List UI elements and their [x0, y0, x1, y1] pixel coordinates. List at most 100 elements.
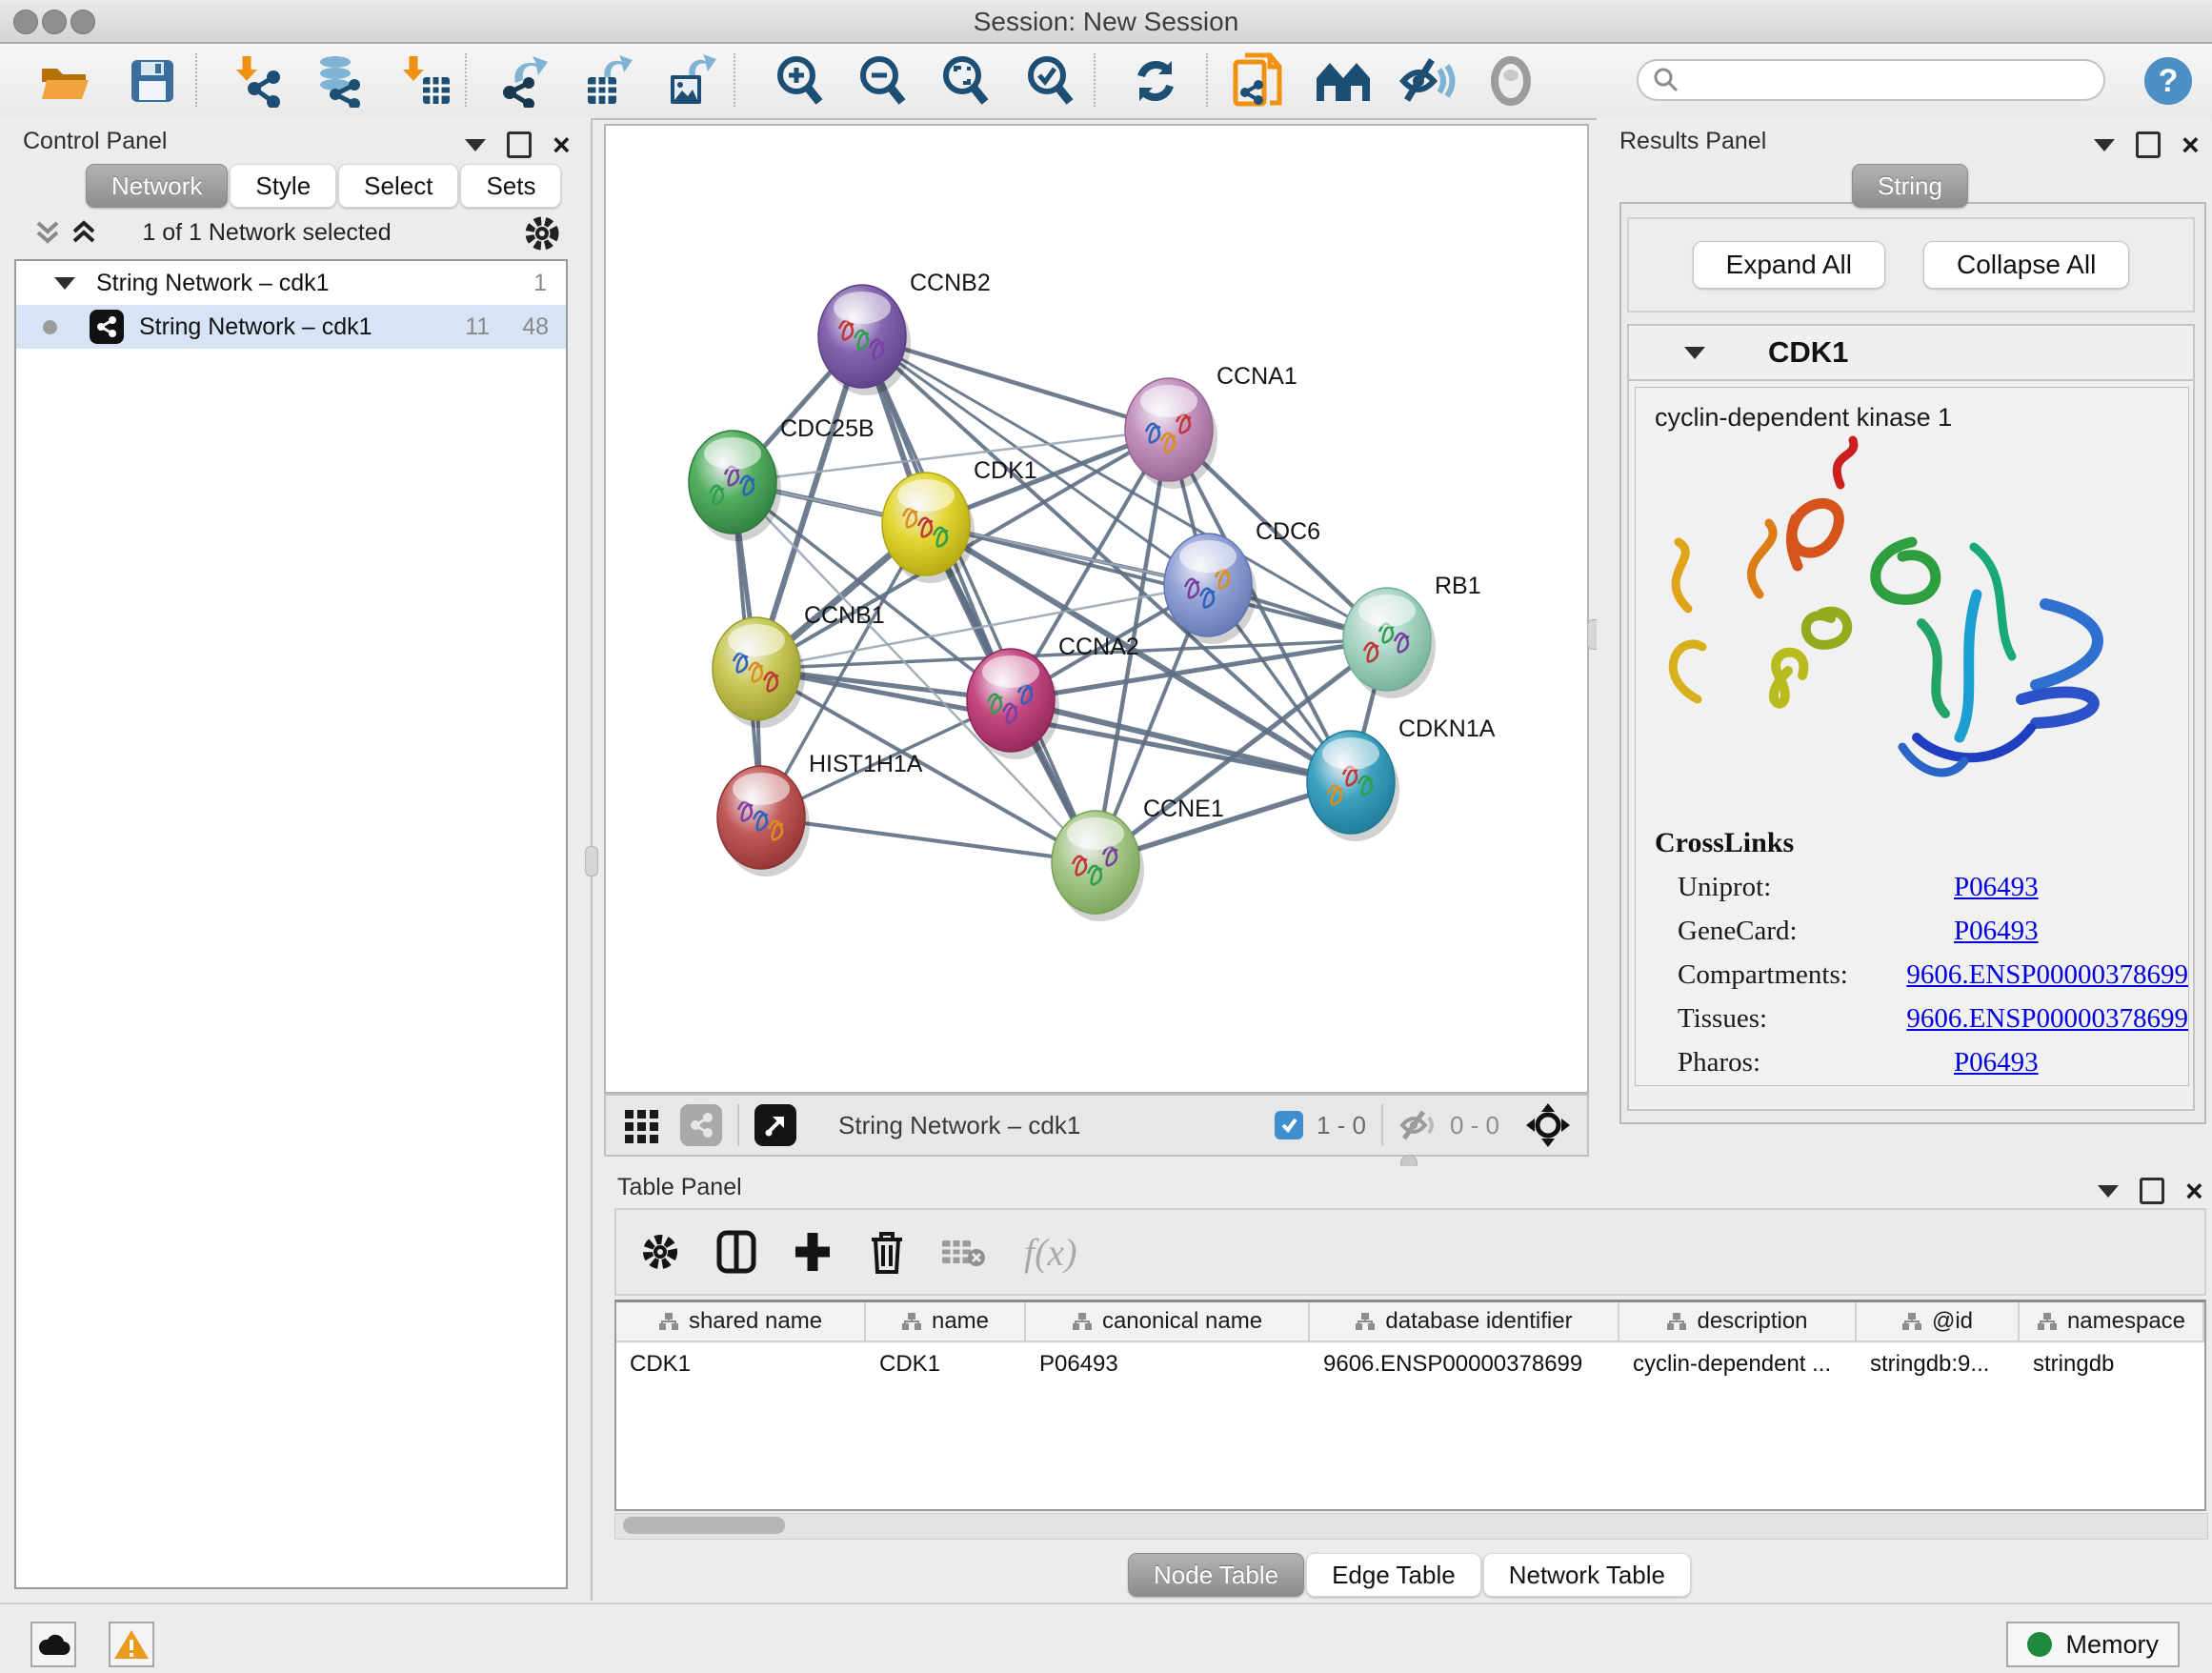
tab-string[interactable]: String [1852, 164, 1968, 208]
table-options-button[interactable] [639, 1231, 681, 1273]
table-horizontal-scrollbar[interactable] [614, 1513, 2208, 1540]
column-header-shared-name[interactable]: shared name [616, 1302, 866, 1340]
network-view-button[interactable] [680, 1104, 722, 1146]
crosslink-link[interactable]: P06493 [1954, 916, 2039, 947]
panel-float-button[interactable] [2098, 1185, 2119, 1198]
table-row[interactable]: CDK1CDK1P064939606.ENSP00000378699cyclin… [616, 1342, 2204, 1386]
column-header-database-identifier[interactable]: database identifier [1310, 1302, 1619, 1340]
status-bar: Memory [0, 1602, 2212, 1673]
cybrowser-home-button[interactable] [1314, 51, 1375, 111]
tab-network-table[interactable]: Network Table [1483, 1553, 1691, 1597]
zoom-in-button[interactable] [770, 51, 831, 111]
hidden-eye-slash-icon [1398, 1108, 1440, 1142]
table-cell[interactable]: P06493 [1026, 1342, 1310, 1386]
scrollbar-thumb[interactable] [623, 1517, 785, 1534]
delete-table-button[interactable] [940, 1233, 990, 1271]
refresh-button[interactable] [1125, 51, 1186, 111]
network-canvas[interactable]: CCNB2CCNA1CDC25BCDK1CDC6RB1CCNB1CCNA2CDK… [604, 124, 1589, 1094]
memory-button[interactable]: Memory [2006, 1622, 2180, 1667]
annotations-button[interactable] [1229, 51, 1290, 111]
network-panel-options-button[interactable] [522, 213, 562, 253]
crosslink-link[interactable]: P06493 [1954, 872, 2039, 903]
search-input[interactable] [1637, 59, 2105, 101]
collapse-all-button[interactable]: Collapse All [1923, 241, 2129, 289]
cloud-status-button[interactable] [30, 1622, 76, 1667]
zoom-selected-button[interactable] [1020, 51, 1081, 111]
delete-column-button[interactable] [868, 1228, 906, 1276]
panel-maximize-button[interactable] [507, 131, 532, 158]
tab-network[interactable]: Network [86, 164, 228, 208]
node-CCNE1[interactable]: CCNE1 [1052, 796, 1224, 921]
node-table: shared namenamecanonical namedatabase id… [614, 1300, 2206, 1511]
entry-collapse-caret[interactable] [1684, 347, 1705, 359]
import-network-from-database-button[interactable] [307, 51, 368, 111]
panel-close-button[interactable]: × [553, 134, 571, 155]
tab-node-table[interactable]: Node Table [1128, 1553, 1304, 1597]
zoom-fit-button[interactable] [935, 51, 996, 111]
results-button-row: Expand All Collapse All [1627, 217, 2195, 312]
node-CDKN1A[interactable]: CDKN1A [1307, 716, 1496, 841]
table-cell[interactable]: cyclin-dependent ... [1619, 1342, 1857, 1386]
panel-close-button[interactable]: × [2182, 134, 2200, 155]
tab-sets[interactable]: Sets [460, 164, 561, 208]
node-CCNA2[interactable]: CCNA2 [967, 634, 1139, 759]
import-table-button[interactable] [394, 51, 455, 111]
create-column-button[interactable] [792, 1229, 834, 1275]
panel-float-button[interactable] [465, 139, 486, 151]
tab-select[interactable]: Select [338, 164, 458, 208]
node-label-RB1: RB1 [1435, 573, 1481, 599]
network-bullet-icon [43, 320, 57, 334]
collection-expand-caret[interactable] [54, 277, 75, 290]
selected-indicator-checkbox[interactable] [1275, 1111, 1303, 1139]
table-cell[interactable]: stringdb [2020, 1342, 2204, 1386]
zoom-out-button[interactable] [853, 51, 914, 111]
expand-all-button[interactable]: Expand All [1693, 241, 1885, 289]
panel-close-button[interactable]: × [2185, 1180, 2203, 1201]
table-cell[interactable]: 9606.ENSP00000378699 [1310, 1342, 1619, 1386]
node-RB1[interactable]: RB1 [1343, 573, 1481, 698]
table-header-row: shared namenamecanonical namedatabase id… [616, 1302, 2204, 1342]
panel-maximize-button[interactable] [2136, 131, 2161, 158]
column-header-namespace[interactable]: namespace [2020, 1302, 2204, 1340]
export-network-button[interactable] [494, 51, 555, 111]
open-session-button[interactable] [34, 51, 95, 111]
show-graphics-button[interactable] [1480, 51, 1541, 111]
table-cell[interactable]: stringdb:9... [1857, 1342, 2020, 1386]
network-collection-row[interactable]: String Network – cdk1 1 [16, 261, 566, 305]
function-builder-button[interactable]: f(x) [1024, 1230, 1077, 1275]
export-table-button[interactable] [576, 51, 637, 111]
node-HIST1H1A[interactable]: HIST1H1A [717, 751, 923, 877]
column-header-description[interactable]: description [1619, 1302, 1857, 1340]
crosslink-link[interactable]: 9606.ENSP00000378699 [1906, 959, 2188, 991]
grid-view-button[interactable] [623, 1106, 661, 1144]
tab-edge-table[interactable]: Edge Table [1306, 1553, 1481, 1597]
title-bar: Session: New Session [0, 0, 2212, 44]
toolbar-separator [1094, 53, 1096, 107]
panel-float-button[interactable] [2094, 139, 2115, 151]
control-panel-tabs: NetworkStyleSelectSets [86, 164, 561, 208]
hide-graphics-button[interactable] [1398, 51, 1458, 111]
fit-selected-button[interactable] [1524, 1101, 1572, 1149]
save-session-button[interactable] [122, 51, 183, 111]
export-image-button[interactable] [659, 51, 720, 111]
network-row[interactable]: String Network – cdk1 11 48 [16, 305, 566, 349]
left-splitter-handle[interactable] [585, 846, 598, 877]
table-cell[interactable]: CDK1 [616, 1342, 866, 1386]
table-cell[interactable]: CDK1 [866, 1342, 1026, 1386]
show-columns-button[interactable] [715, 1229, 757, 1275]
tab-style[interactable]: Style [230, 164, 336, 208]
import-network-button[interactable] [228, 51, 289, 111]
node-CDC6[interactable]: CDC6 [1164, 518, 1320, 644]
detach-view-button[interactable] [754, 1104, 796, 1146]
column-header-@id[interactable]: @id [1857, 1302, 2020, 1340]
crosslink-link[interactable]: P06493 [1954, 1047, 2039, 1078]
panel-maximize-button[interactable] [2140, 1178, 2164, 1204]
node-entry-header[interactable]: CDK1 [1629, 326, 2193, 381]
crosslink-link[interactable]: 9606.ENSP00000378699 [1906, 1003, 2188, 1035]
help-button[interactable]: ? [2138, 51, 2199, 111]
export-arrow-icon [604, 55, 633, 79]
warnings-button[interactable] [109, 1622, 154, 1667]
network-glyph [248, 71, 280, 108]
column-header-canonical-name[interactable]: canonical name [1026, 1302, 1310, 1340]
column-header-name[interactable]: name [866, 1302, 1026, 1340]
